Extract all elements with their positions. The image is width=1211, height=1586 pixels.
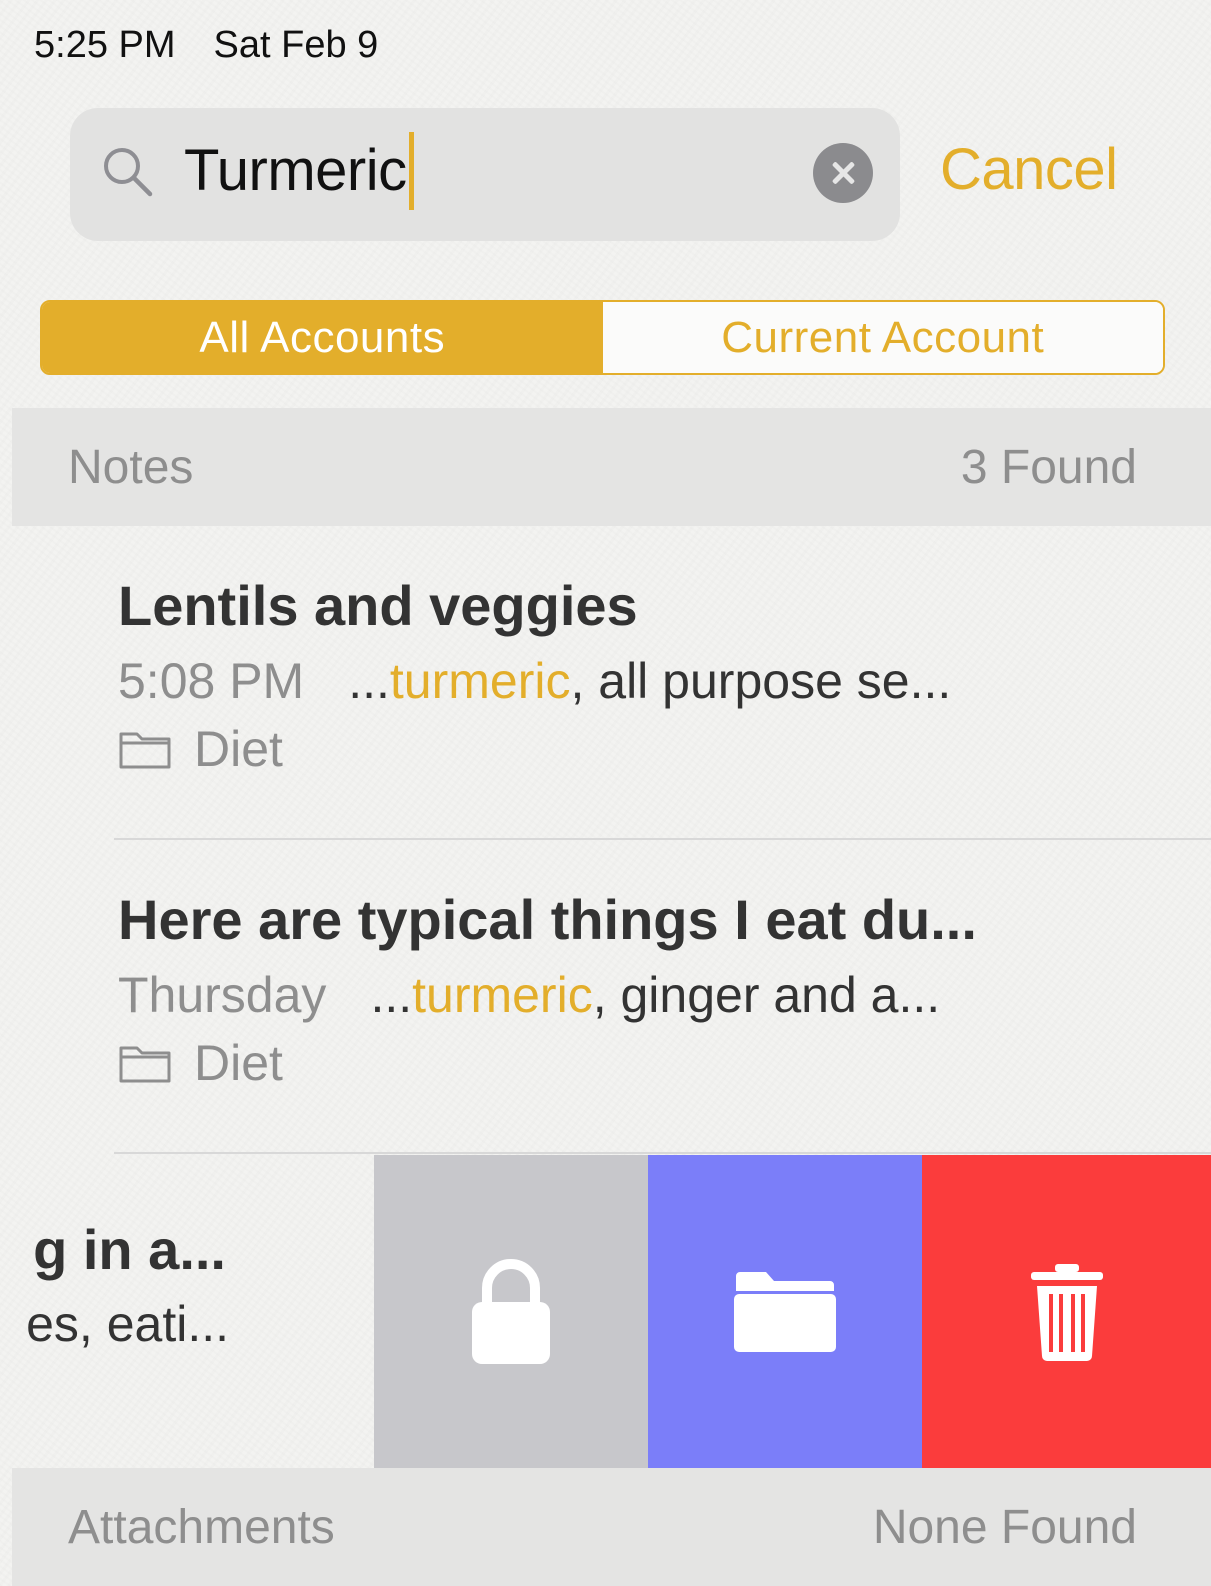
snippet-prefix: ... — [348, 653, 390, 709]
move-note-button[interactable] — [648, 1155, 922, 1468]
notes-section-header: Notes 3 Found — [12, 408, 1211, 526]
note-title: Lentils and veggies — [118, 574, 638, 637]
note-snippet-line: 5:08 PM ...turmeric, all purpose se... — [118, 652, 1178, 710]
cancel-button[interactable]: Cancel — [940, 135, 1118, 205]
note-folder: Diet — [118, 1034, 1178, 1092]
search-result-item[interactable]: Lentils and veggies 5:08 PM ...turmeric, … — [118, 573, 1178, 778]
attachments-section-header: Attachments None Found — [12, 1468, 1211, 1586]
notes-section-label: Notes — [68, 440, 194, 494]
status-time: 5:25 PM — [34, 23, 176, 66]
lock-icon — [472, 1258, 550, 1364]
search-query: Turmeric — [184, 138, 407, 203]
note-snippet-line: Thursday ...turmeric, ginger and a... — [118, 966, 1178, 1024]
snippet-match: turmeric — [389, 653, 571, 709]
clear-icon[interactable] — [813, 143, 873, 203]
status-date: Sat Feb 9 — [213, 23, 379, 66]
snippet-match: turmeric — [412, 967, 593, 1023]
search-input[interactable]: Turmeric — [184, 132, 414, 210]
note-date: Thursday — [118, 967, 327, 1023]
swiped-search-result-item[interactable]: g in a... es, eati... — [12, 1155, 374, 1468]
snippet-suffix: , all purpose se... — [570, 653, 952, 709]
trash-icon — [1030, 1263, 1103, 1361]
delete-note-button[interactable] — [922, 1155, 1211, 1468]
search-result-item[interactable]: Here are typical things I eat du... Thur… — [118, 887, 1178, 1092]
note-title: Here are typical things I eat du... — [118, 888, 977, 951]
search-icon — [104, 148, 153, 197]
note-date: 5:08 PM — [118, 653, 305, 709]
notes-found-count: 3 Found — [960, 440, 1137, 494]
segment-all-accounts[interactable]: All Accounts — [42, 302, 603, 373]
note-snippet: es, eati... — [26, 1296, 229, 1352]
status-bar: 5:25 PM Sat Feb 9 — [34, 22, 378, 68]
scope-segmented-control: All Accounts Current Account — [40, 300, 1165, 375]
list-separator — [114, 1152, 1211, 1154]
note-title: g in a... — [33, 1218, 226, 1281]
segment-current-account[interactable]: Current Account — [602, 302, 1163, 373]
folder-outline-icon — [119, 732, 171, 769]
snippet-prefix: ... — [370, 967, 413, 1023]
lock-note-button[interactable] — [374, 1155, 648, 1468]
folder-icon — [734, 1271, 836, 1352]
note-folder: Diet — [118, 720, 1178, 778]
attachments-found-count: None Found — [872, 1500, 1137, 1554]
snippet-suffix: , ginger and a... — [592, 967, 941, 1023]
folder-name: Diet — [194, 721, 283, 777]
folder-name: Diet — [194, 1035, 283, 1091]
folder-outline-icon — [119, 1046, 171, 1083]
list-separator — [114, 838, 1211, 840]
text-caret — [408, 132, 414, 210]
attachments-section-label: Attachments — [68, 1500, 335, 1554]
